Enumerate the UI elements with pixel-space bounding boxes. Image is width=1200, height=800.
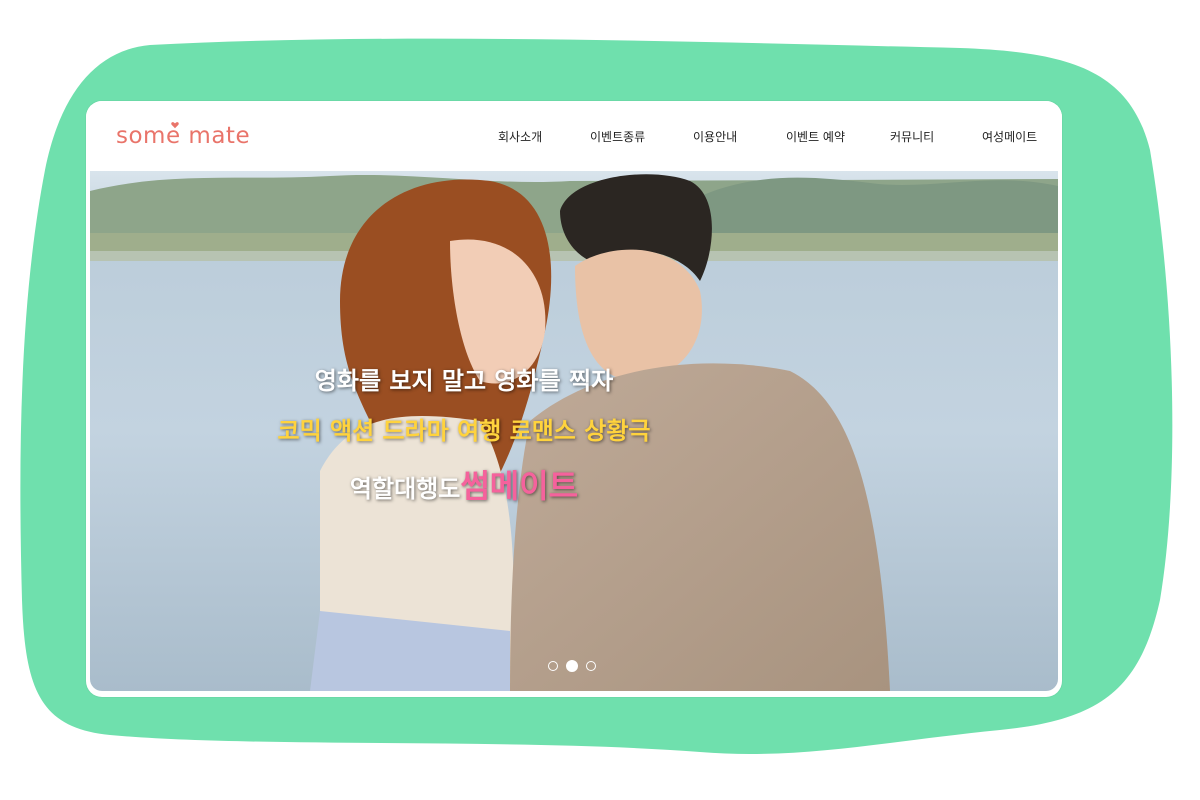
hero-tagline-3-highlight: 썸메이트 bbox=[460, 467, 579, 505]
carousel-dot-3[interactable] bbox=[586, 661, 596, 671]
nav-item-company[interactable]: 회사소개 bbox=[498, 128, 542, 145]
hero-tagline-3-prefix: 역할대행도 bbox=[349, 475, 461, 503]
carousel-dot-1[interactable] bbox=[548, 661, 558, 671]
hero-tagline-1: 영화를 보지 말고 영화를 찍자 bbox=[314, 367, 614, 395]
website-window: some mate 회사소개 이벤트종류 이용안내 이벤트 예약 커뮤니티 여성… bbox=[86, 101, 1062, 697]
carousel-indicators bbox=[548, 660, 608, 675]
hero-tagline-2: 코믹 액션 드라마 여행 로맨스 상황극 bbox=[277, 417, 651, 445]
main-nav: 회사소개 이벤트종류 이용안내 이벤트 예약 커뮤니티 여성메이트 bbox=[86, 128, 1062, 148]
nav-item-event-booking[interactable]: 이벤트 예약 bbox=[786, 128, 845, 145]
nav-item-female-mate[interactable]: 여성메이트 bbox=[982, 128, 1037, 145]
carousel-dot-2[interactable] bbox=[566, 660, 578, 672]
hero-banner[interactable]: 영화를 보지 말고 영화를 찍자 코믹 액션 드라마 여행 로맨스 상황극 역할… bbox=[90, 171, 1058, 691]
site-header: some mate 회사소개 이벤트종류 이용안내 이벤트 예약 커뮤니티 여성… bbox=[86, 101, 1062, 171]
nav-item-event-types[interactable]: 이벤트종류 bbox=[590, 128, 645, 145]
nav-item-community[interactable]: 커뮤니티 bbox=[890, 128, 934, 145]
nav-item-guide[interactable]: 이용안내 bbox=[693, 128, 737, 145]
hero-tagline-3: 역할대행도썸메이트 bbox=[90, 461, 948, 507]
